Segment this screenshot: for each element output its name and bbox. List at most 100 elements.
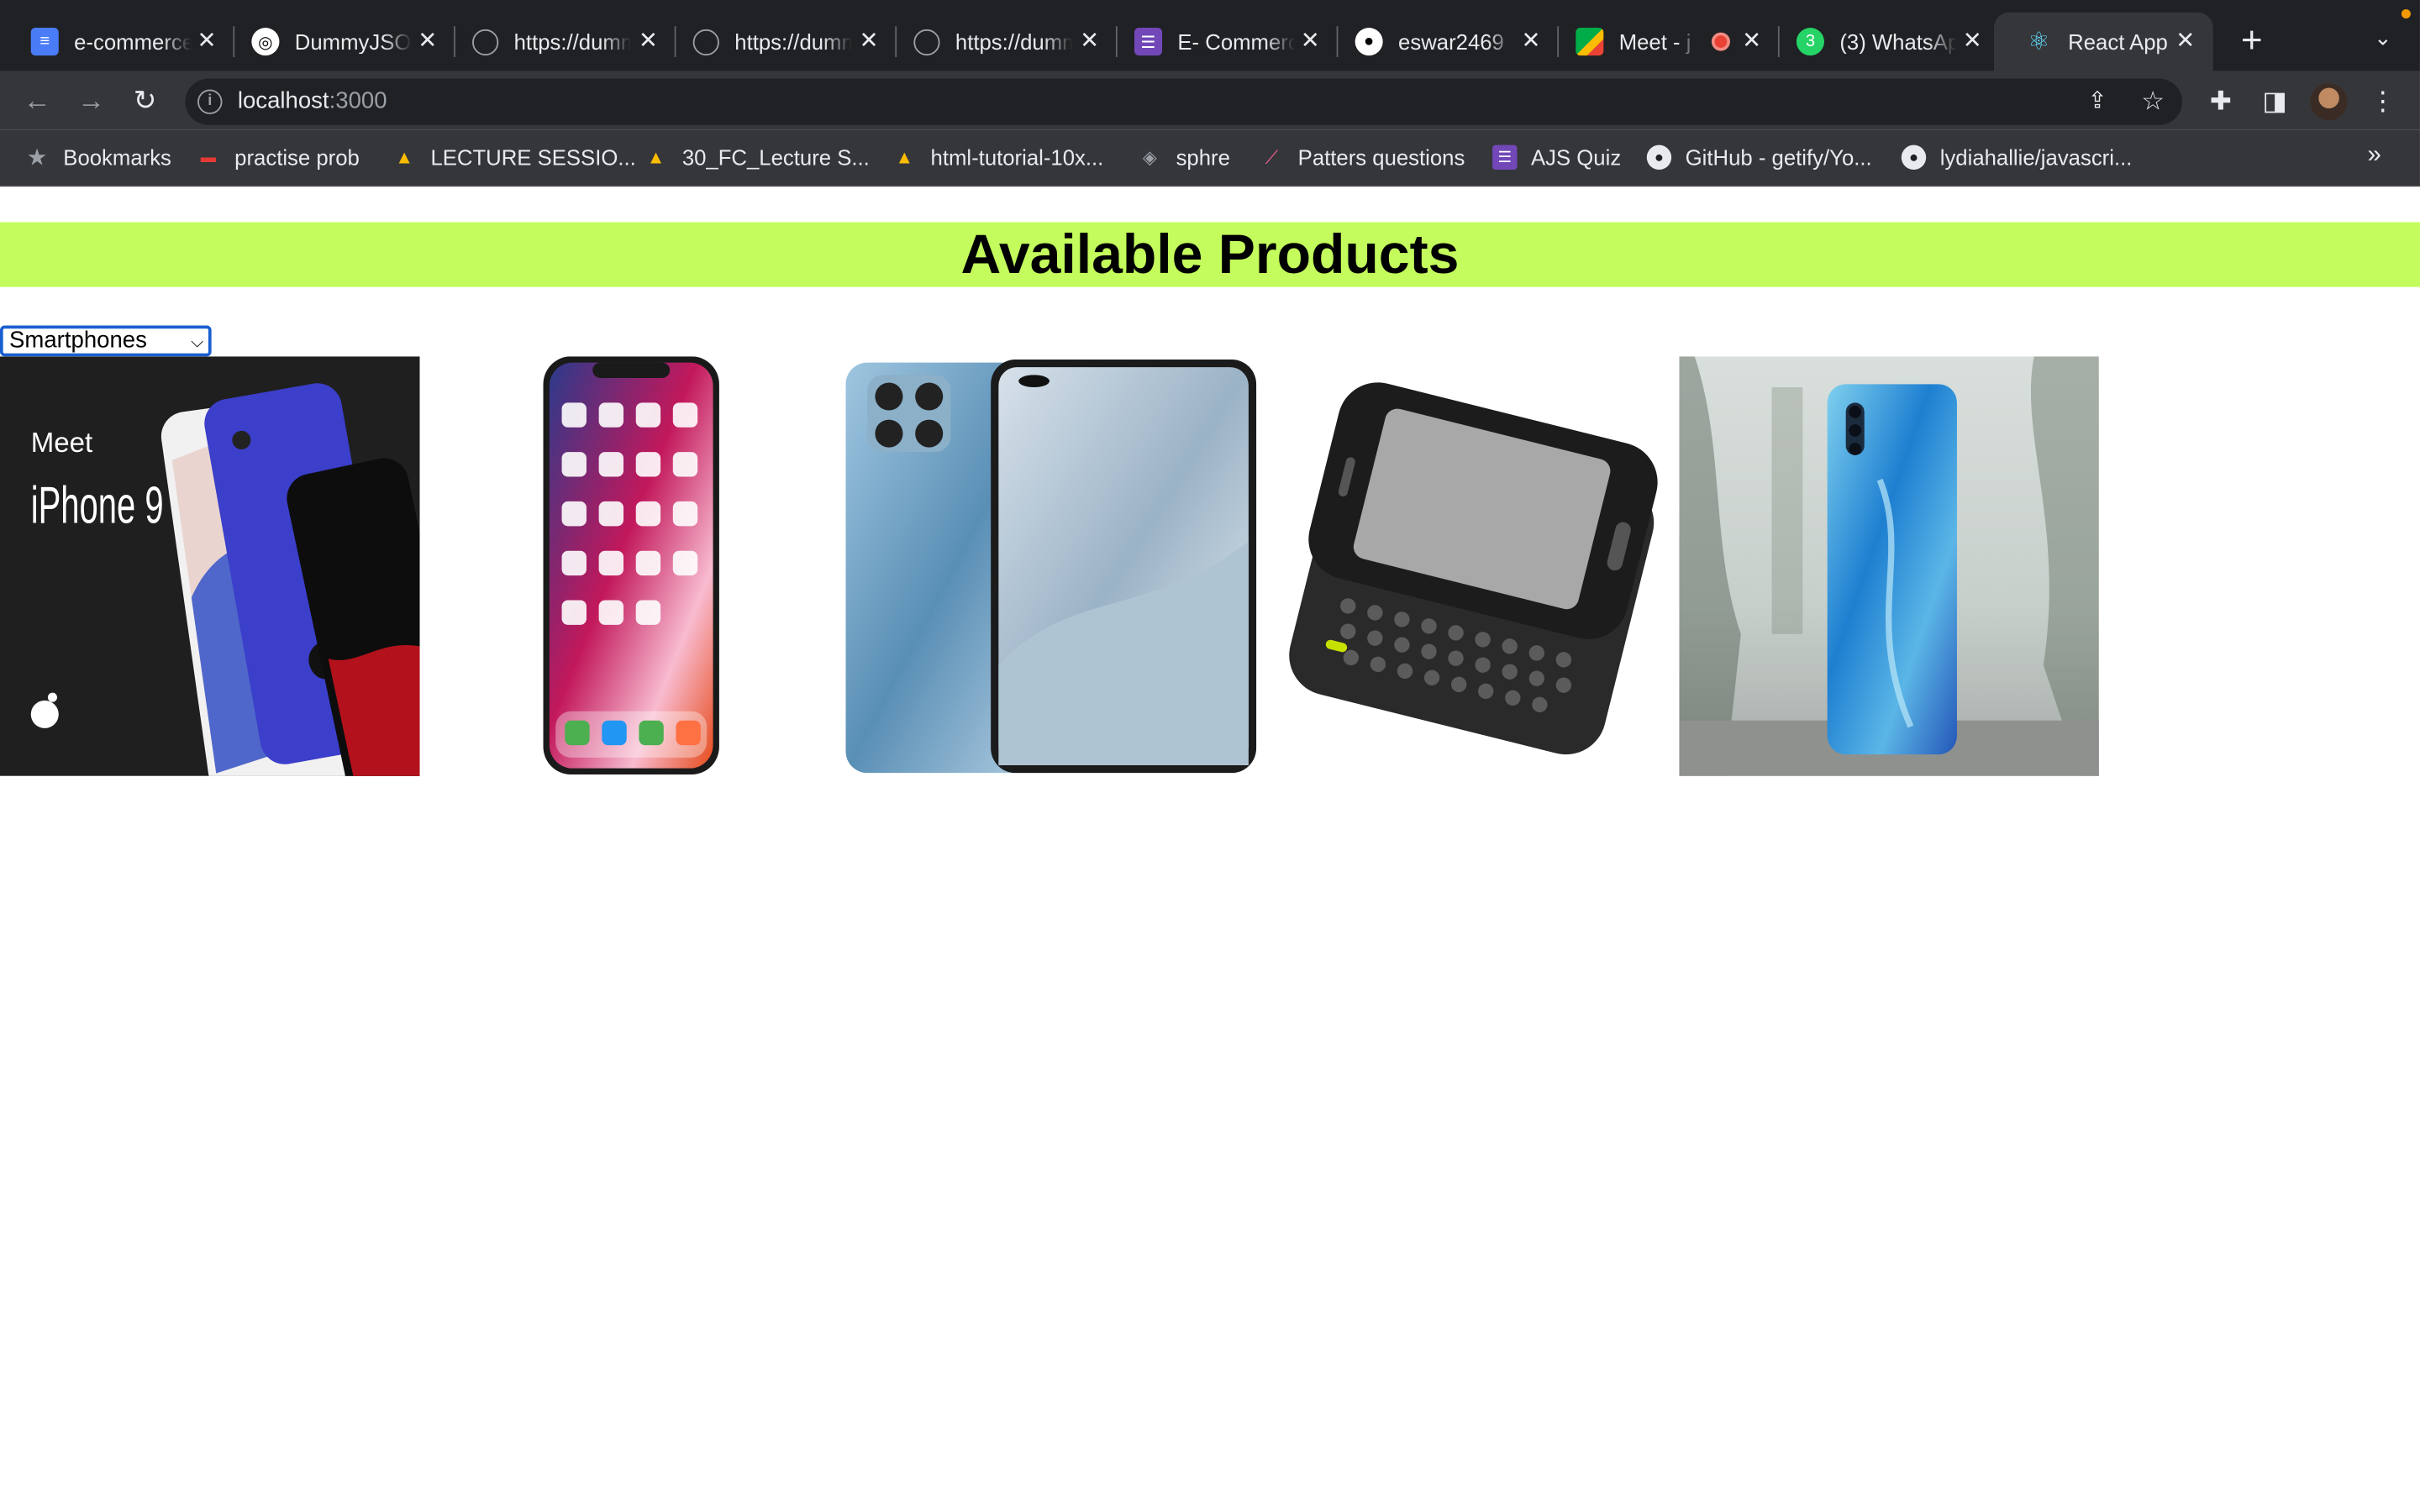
tab-title: https://dummyjson [955,29,1073,55]
url-port: :3000 [329,87,387,114]
bookmark-bookmarks[interactable]: ★ Bookmarks [24,129,171,185]
drive-icon: ▲ [646,146,666,169]
chevron-down-icon[interactable]: ⌄ [2365,24,2402,58]
bookmark-label: html-tutorial-10x... [930,144,1104,171]
recording-icon [1711,32,1730,51]
bookmark-label: Patters questions [1297,144,1465,171]
page-content: Available Products Smartphones ⌵ Meet iP… [0,186,2420,1512]
back-icon[interactable]: ← [17,81,57,118]
close-icon[interactable]: ✕ [1957,26,1988,57]
forward-icon[interactable]: → [71,81,111,118]
address-bar[interactable]: i localhost:3000 ⇪ ☆ [185,78,2183,125]
category-select[interactable]: Smartphones ⌵ [0,325,212,357]
product-image-oppo-f19[interactable] [839,356,1260,776]
meet-icon [1576,28,1604,56]
bookmark-label: LECTURE SESSIO... [430,144,636,171]
reload-icon[interactable]: ↻ [125,81,166,118]
tab-title: E- Commerce [1177,29,1295,55]
close-icon[interactable]: ✕ [192,26,223,57]
page-title: Available Products [960,222,1460,286]
tab-title: React App [2068,29,2168,55]
promo-text-meet: Meet [31,428,92,459]
close-icon[interactable]: ✕ [854,26,885,57]
tab-7[interactable]: ● eswar2469 ✕ [1324,13,1560,71]
github-icon: ● [1355,28,1383,56]
bookmark-label: sphre [1176,144,1230,171]
close-icon[interactable]: ✕ [2170,26,2201,57]
layers-icon: ◈ [1142,146,1157,169]
star-icon[interactable]: ☆ [2136,85,2170,118]
info-icon[interactable]: i [197,89,223,114]
bookmark-lydiahallie[interactable]: ● lydiahallie/javascri... [1901,129,2133,185]
close-icon[interactable]: ✕ [633,26,664,57]
bookmark-practise-prob[interactable]: ▬ practise prob [196,129,360,185]
close-icon[interactable]: ✕ [1736,26,1767,57]
bookmark-label: lydiahallie/javascri... [1939,144,2133,171]
product-image-iphone-9[interactable]: Meet iPhone 9 [0,356,420,776]
bookmark-label: practise prob [234,144,360,171]
docs-icon: ≡ [30,28,59,56]
globe-icon [692,28,719,55]
page-title-banner: Available Products [0,222,2420,287]
product-image-slider-phone[interactable] [1259,356,1680,776]
close-icon[interactable]: ✕ [1295,26,1326,57]
globe-icon [472,28,499,55]
tab-1[interactable]: ≡ e-commerce ✕ [0,13,235,71]
bookmark-ajs-quiz[interactable]: ☰ AJS Quiz [1492,129,1621,185]
bookmark-patters-questions[interactable]: ⟋ Patters questions [1260,129,1465,185]
share-icon[interactable]: ⇪ [2081,85,2114,118]
feather-icon: ⟋ [1265,145,1279,168]
tab-3[interactable]: https://dummyjson ✕ [441,13,676,71]
tab-title: e-commerce [74,29,192,55]
bookmark-label: AJS Quiz [1531,144,1622,171]
update-dot-icon [2401,9,2411,19]
github-icon: ● [1901,144,1927,171]
react-icon: ⚛ [2028,29,2050,56]
tab-9[interactable]: 3 (3) WhatsApp ✕ [1765,13,2000,71]
tab-title: https://dummyjson [734,29,852,55]
bookmark-red-icon: ▬ [200,149,217,166]
close-icon[interactable]: ✕ [412,26,443,57]
bookmark-github-getify[interactable]: ● GitHub - getify/Yo... [1646,129,1872,185]
promo-text-model: iPhone 9 [31,476,164,535]
extensions-icon[interactable]: ✚ [2204,85,2238,118]
bookmark-label: Bookmarks [63,144,171,171]
new-tab-icon[interactable]: + [2232,21,2272,62]
bookmark-30-fc-lecture[interactable]: ▲ 30_FC_Lecture S... [644,129,870,185]
url-text[interactable]: localhost:3000 [238,88,387,114]
kebab-menu-icon[interactable]: ⋮ [2366,85,2400,118]
bookmark-lecture-sessio[interactable]: ▲ LECTURE SESSIO... [392,129,636,185]
drive-icon: ▲ [895,146,914,169]
tab-strip: ≡ e-commerce ✕ ◎ DummyJSON ✕ https://dum… [0,0,2420,71]
url-host: localhost [237,87,329,114]
side-panel-icon[interactable]: ◨ [2258,85,2291,118]
forms-icon: ☰ [1134,28,1163,56]
github-icon: ● [1646,144,1672,171]
drive-icon: ▲ [395,146,414,169]
chevron-down-icon: ⌵ [191,333,204,352]
tab-title: https://dummyjson [513,29,632,55]
tab-title: DummyJSON [294,29,413,55]
close-icon[interactable]: ✕ [1074,26,1105,57]
tab-8[interactable]: Meet - j ✕ [1545,13,1780,71]
product-image-huawei-p30[interactable] [1679,356,2099,776]
whatsapp-icon: 3 [1796,28,1824,56]
bookmark-label: 30_FC_Lecture S... [681,144,870,171]
tab-2[interactable]: ◎ DummyJSON ✕ [221,13,455,71]
close-icon[interactable]: ✕ [1516,26,1547,57]
dummyjson-icon: ◎ [251,28,280,56]
globe-icon [913,28,940,55]
tab-5[interactable]: https://dummyjson ✕ [883,13,1118,71]
tab-title: Meet - j [1618,29,1691,55]
tab-10-active[interactable]: ⚛ React App ✕ [1994,12,2213,71]
avatar[interactable] [2310,83,2348,121]
bookmark-html-tutorial[interactable]: ▲ html-tutorial-10x... [892,129,1104,185]
bookmark-label: GitHub - getify/Yo... [1685,144,1872,171]
tab-6[interactable]: ☰ E- Commerce ✕ [1103,13,1339,71]
product-image-iphone-x[interactable] [419,356,840,776]
chevron-double-right-icon[interactable]: » [2367,142,2381,170]
tab-4[interactable]: https://dummyjson ✕ [662,13,897,71]
bookmarks-bar: ★ Bookmarks ▬ practise prob ▲ LECTURE SESSI… [0,129,2420,187]
bookmark-sphre[interactable]: ◈ sphre [1138,129,1230,185]
star-icon: ★ [26,144,48,171]
